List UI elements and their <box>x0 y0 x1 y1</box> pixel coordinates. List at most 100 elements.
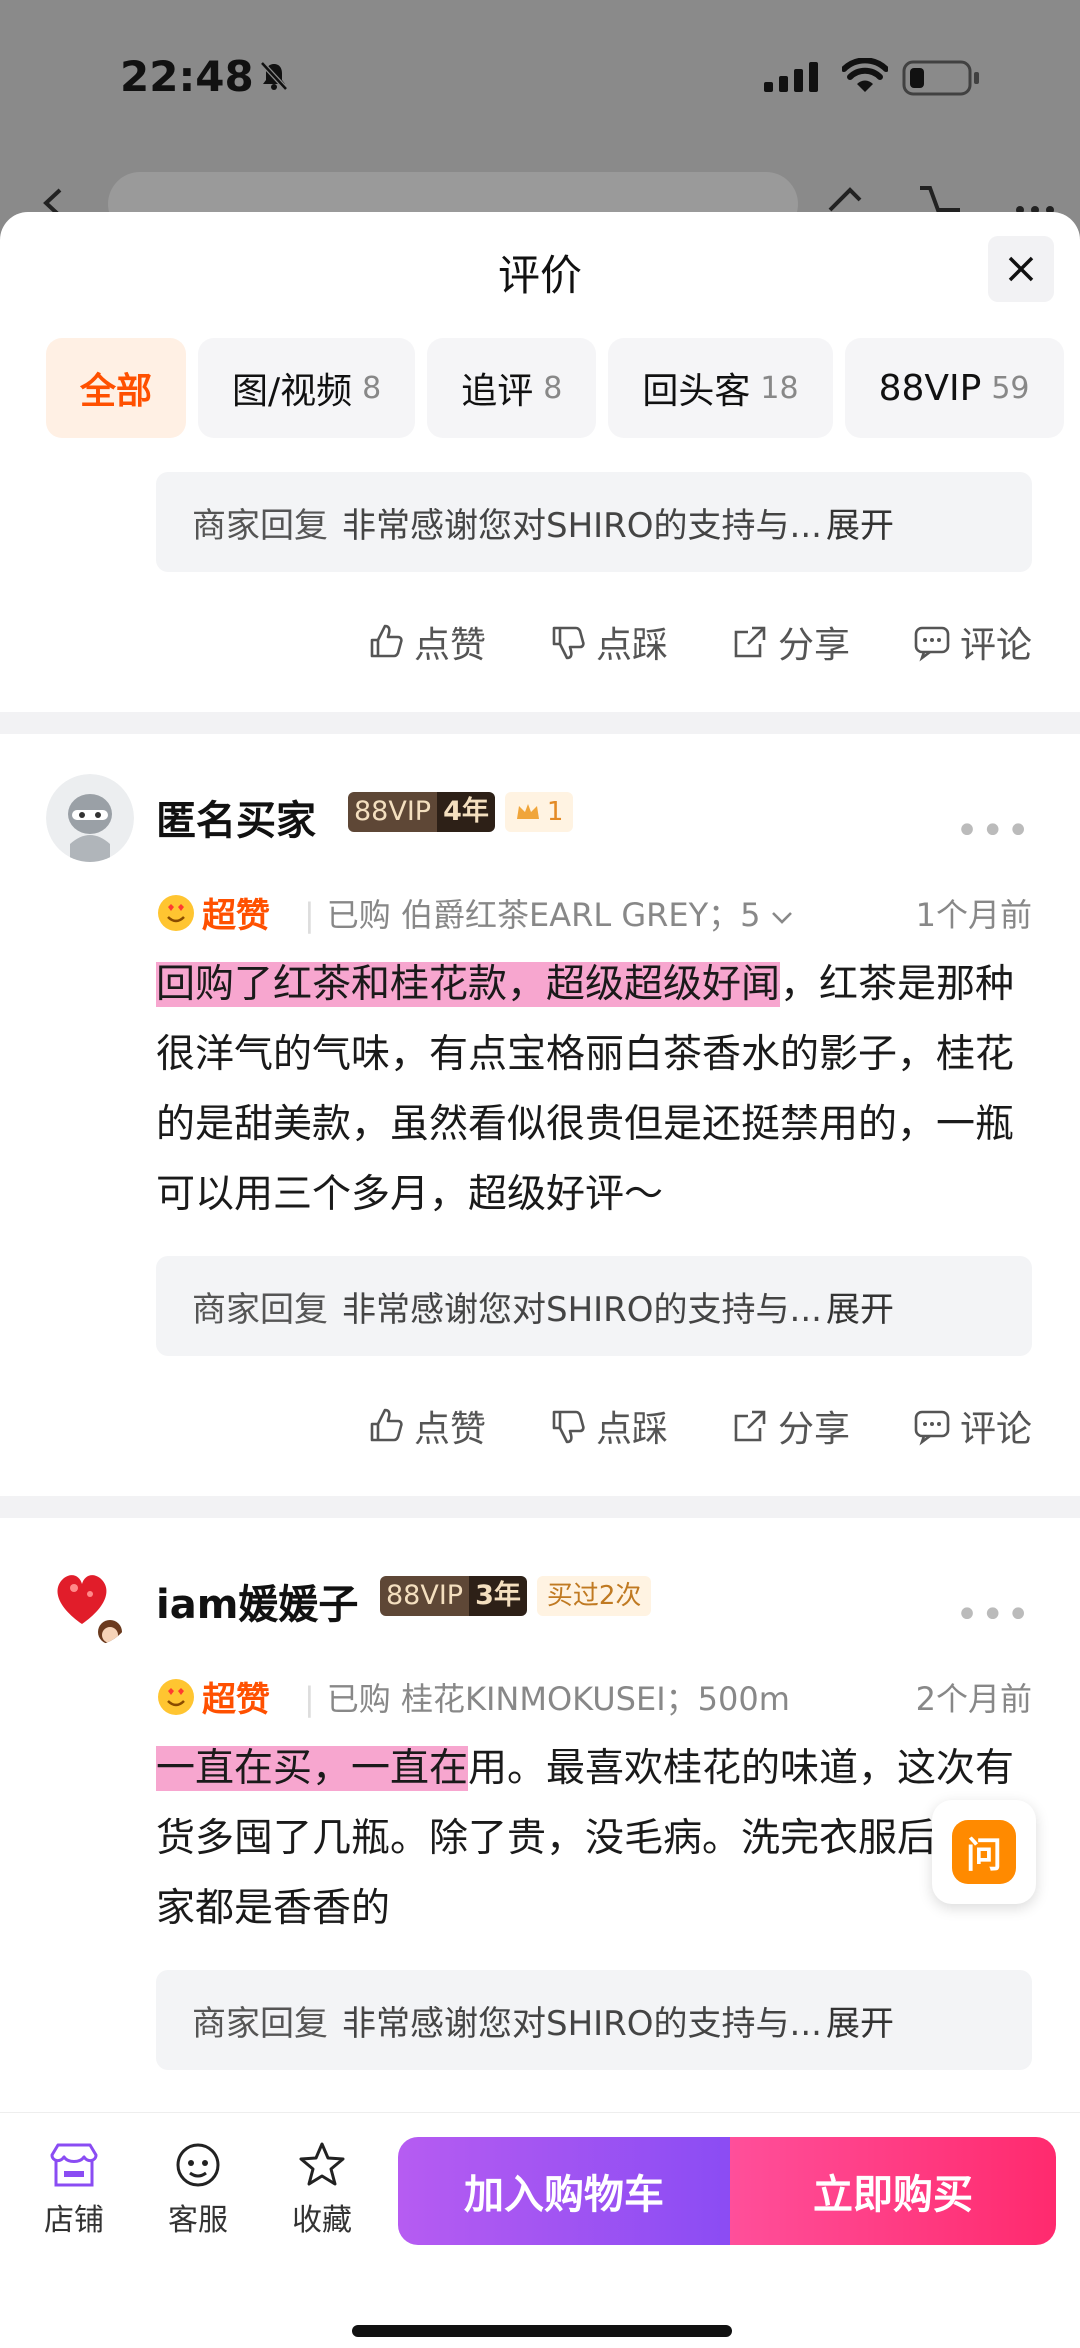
wifi-icon <box>842 58 888 92</box>
status-time: 22:48 <box>120 52 254 101</box>
dislike-label: 点踩 <box>595 1409 668 1450</box>
tab-count: 8 <box>543 370 563 406</box>
review-header: 匿名买家 88VIP 4年 1 ••• <box>0 774 1080 870</box>
comment-icon <box>914 626 950 662</box>
avatar[interactable] <box>46 774 134 862</box>
filter-tabs: 全部 图/视频 8 追评 8 回头客 18 88VIP 59 <box>46 338 1064 438</box>
tab-label: 回头客 <box>642 371 751 412</box>
tab-media[interactable]: 图/视频 8 <box>198 338 416 438</box>
like-button[interactable]: 点赞 <box>366 616 486 668</box>
purchased-variant[interactable]: | 已购 伯爵红茶EARL GREY；5 <box>304 890 793 936</box>
tab-followup[interactable]: 追评 8 <box>427 338 597 438</box>
vip-label: 88VIP <box>380 1576 470 1616</box>
service-label: 客服 <box>168 2203 228 2238</box>
store-button[interactable]: 店铺 <box>24 2141 124 2239</box>
add-to-cart-button[interactable]: 加入购物车 <box>398 2137 730 2245</box>
like-label: 点赞 <box>413 1409 486 1450</box>
buy-now-button[interactable]: 立即购买 <box>730 2137 1056 2245</box>
purchased-text: 伯爵红茶EARL GREY；5 <box>400 896 761 934</box>
review-meta: 超赞 | 已购 伯爵红茶EARL GREY；5 1个月前 <box>0 880 1080 950</box>
close-button[interactable] <box>988 236 1054 302</box>
bell-muted-icon <box>260 61 288 91</box>
reply-label: 商家回复 <box>192 505 328 546</box>
thumbs-down-icon <box>552 1410 585 1444</box>
rating: 超赞 <box>156 1672 270 1721</box>
avatar[interactable] <box>46 1558 134 1646</box>
merchant-reply[interactable]: 商家回复 非常感谢您对SHIRO的支持与... 展开 <box>156 472 1032 572</box>
customer-service-icon <box>176 2143 220 2187</box>
favorite-button[interactable]: 收藏 <box>272 2141 372 2239</box>
user-name: 匿名买家 <box>156 798 316 844</box>
share-button[interactable]: 分享 <box>730 1400 850 1452</box>
reply-expand-link[interactable]: 展开 <box>826 1282 894 1331</box>
share-icon <box>734 626 766 658</box>
highlighted-text: 一直在买，一直在 <box>156 1746 469 1791</box>
comment-button[interactable]: 评论 <box>912 1400 1032 1452</box>
more-options-icon[interactable]: ••• <box>955 808 1032 854</box>
review-actions: 点赞 点踩 分享 评论 <box>0 572 1080 712</box>
heart-balloon-avatar-icon <box>46 1558 134 1646</box>
purchased-text: 桂花KINMOKUSEI；500m <box>400 1680 790 1718</box>
reply-label: 商家回复 <box>192 2003 328 2044</box>
dislike-button[interactable]: 点踩 <box>548 616 668 668</box>
reviews-sheet: 评价 全部 图/视频 8 追评 8 回头客 18 88VIP 59 商家回复 非… <box>0 212 1080 2347</box>
review-item: 匿名买家 88VIP 4年 1 ••• 超赞 | 已购 伯爵红茶EARL GRE… <box>0 734 1080 1518</box>
thumbs-up-icon <box>370 1408 403 1442</box>
merchant-reply[interactable]: 商家回复 非常感谢您对SHIRO的支持与... 展开 <box>156 1970 1032 2070</box>
chevron-down-icon <box>771 912 792 924</box>
user-name: iam媛媛子 <box>156 1582 359 1628</box>
heart-eyes-emoji-icon <box>158 1678 194 1715</box>
tab-label: 88VIP <box>878 367 982 409</box>
like-button[interactable]: 点赞 <box>366 1400 486 1452</box>
reply-expand-link[interactable]: 展开 <box>826 1996 894 2045</box>
share-button[interactable]: 分享 <box>730 616 850 668</box>
review-header: iam媛媛子 88VIP 3年 买过2次 ••• <box>0 1558 1080 1654</box>
rebuy-badge: 买过2次 <box>536 1576 652 1616</box>
tab-count: 18 <box>760 370 799 406</box>
comment-label: 评论 <box>959 1409 1032 1450</box>
tab-count: 59 <box>991 370 1030 406</box>
store-icon <box>50 2143 98 2187</box>
rating-label: 超赞 <box>202 1680 270 1720</box>
review-feed: 商家回复 非常感谢您对SHIRO的支持与... 展开 点赞 点踩 分享 评论 匿… <box>0 452 1080 2232</box>
dislike-button[interactable]: 点踩 <box>548 1400 668 1452</box>
reply-label: 商家回复 <box>192 1289 328 1330</box>
purchased-prefix: 已购 <box>326 1680 391 1718</box>
share-icon <box>734 1410 766 1442</box>
battery-icon <box>902 60 979 96</box>
review-time: 2个月前 <box>915 1680 1032 1718</box>
comment-button[interactable]: 评论 <box>912 616 1032 668</box>
user-badges: 88VIP 4年 1 <box>348 792 574 832</box>
home-indicator <box>352 2325 732 2337</box>
tab-label: 追评 <box>461 371 534 412</box>
customer-service-button[interactable]: 客服 <box>148 2141 248 2239</box>
review-time: 1个月前 <box>915 896 1032 934</box>
star-icon <box>299 2142 345 2186</box>
ninja-avatar-icon <box>46 774 134 862</box>
tab-all[interactable]: 全部 <box>46 338 187 438</box>
thumbs-down-icon <box>552 626 585 660</box>
heart-eyes-emoji-icon <box>158 894 194 931</box>
bottom-bar: 店铺 客服 收藏 加入购物车 立即购买 <box>0 2112 1080 2348</box>
tab-label: 全部 <box>80 371 153 412</box>
reply-expand-link[interactable]: 展开 <box>826 498 894 547</box>
merchant-reply[interactable]: 商家回复 非常感谢您对SHIRO的支持与... 展开 <box>156 1256 1032 1356</box>
store-label: 店铺 <box>44 2203 104 2238</box>
tab-88vip[interactable]: 88VIP 59 <box>844 338 1064 438</box>
ask-button[interactable]: 问 <box>932 1800 1036 1904</box>
vip-badge: 88VIP 3年 <box>380 1576 527 1616</box>
highlighted-text: 回购了红茶和桂花款，超级超级好闻 <box>156 962 781 1007</box>
purchased-variant[interactable]: | 已购 桂花KINMOKUSEI；500m <box>304 1674 790 1720</box>
crown-icon <box>516 804 539 819</box>
rating: 超赞 <box>156 888 270 937</box>
divider <box>0 1496 1080 1518</box>
favorite-label: 收藏 <box>292 2203 352 2238</box>
sheet-header: 评价 <box>0 212 1080 332</box>
tab-returning[interactable]: 回头客 18 <box>608 338 833 438</box>
share-label: 分享 <box>777 625 850 666</box>
more-options-icon[interactable]: ••• <box>955 1592 1032 1638</box>
vip-badge: 88VIP 4年 <box>348 792 495 832</box>
share-label: 分享 <box>777 1409 850 1450</box>
comment-label: 评论 <box>959 625 1032 666</box>
separator: | <box>304 1680 315 1718</box>
